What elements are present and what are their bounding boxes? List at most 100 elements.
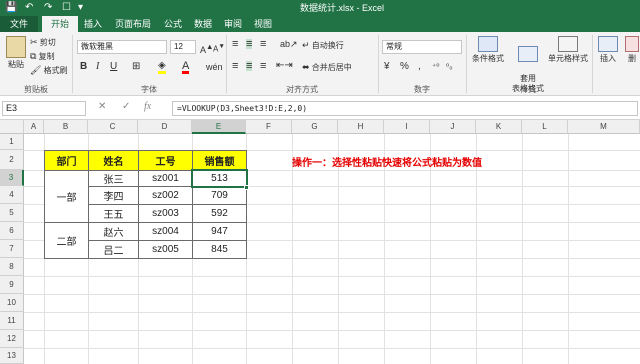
employee-id-cell[interactable]: sz005: [138, 240, 193, 259]
font-name-select[interactable]: 微软雅黑: [77, 40, 167, 54]
italic-button[interactable]: I: [96, 62, 99, 72]
column-header-selected[interactable]: E: [192, 120, 246, 134]
number-format-select[interactable]: 常规: [382, 40, 462, 54]
cancel-icon[interactable]: ✕: [98, 101, 106, 112]
insert-function-icon[interactable]: fx: [144, 101, 151, 112]
sales-cell[interactable]: 592: [192, 204, 247, 223]
comma-button[interactable]: ,: [418, 62, 421, 72]
undo-icon[interactable]: ↶: [25, 2, 33, 14]
shrink-font-icon[interactable]: A▼: [213, 42, 225, 55]
header-cell-department[interactable]: 部门: [44, 150, 89, 171]
name-cell[interactable]: 张三: [88, 170, 139, 187]
phonetic-icon[interactable]: wén: [206, 62, 223, 72]
tab-formulas[interactable]: 公式: [158, 16, 188, 32]
underline-button[interactable]: U: [110, 62, 117, 72]
header-cell-sales[interactable]: 销售额: [192, 150, 247, 171]
insert-cells-button[interactable]: 插入: [596, 36, 620, 64]
column-header[interactable]: H: [338, 120, 384, 134]
employee-id-cell[interactable]: sz004: [138, 222, 193, 241]
paste-button[interactable]: 粘贴: [4, 36, 28, 70]
row-header[interactable]: 7: [0, 240, 24, 258]
name-cell[interactable]: 赵六: [88, 222, 139, 241]
tab-view[interactable]: 视图: [248, 16, 278, 32]
formula-input[interactable]: =VLOOKUP(D3,Sheet3!D:E,2,0): [172, 101, 638, 116]
save-icon[interactable]: 💾: [5, 2, 17, 14]
cut-button[interactable]: ✂ 剪切: [30, 37, 56, 48]
name-box[interactable]: E3: [2, 101, 86, 116]
fill-color-icon[interactable]: ◈: [158, 61, 166, 74]
column-header[interactable]: B: [44, 120, 88, 134]
row-header[interactable]: 10: [0, 294, 24, 312]
align-left-icon[interactable]: ≡: [232, 61, 238, 72]
conditional-format-button[interactable]: 条件格式: [468, 36, 508, 64]
align-right-icon[interactable]: ≡: [260, 61, 266, 72]
tab-review[interactable]: 审阅: [218, 16, 248, 32]
department-cell[interactable]: 一部: [44, 170, 89, 223]
sales-cell[interactable]: 947: [192, 222, 247, 241]
row-header[interactable]: 2: [0, 150, 24, 170]
indent-icon[interactable]: ⇤⇥: [276, 61, 293, 71]
column-header[interactable]: A: [24, 120, 44, 134]
column-header[interactable]: L: [522, 120, 568, 134]
align-center-icon[interactable]: ≡: [246, 61, 253, 72]
row-header[interactable]: 12: [0, 330, 24, 348]
column-header[interactable]: K: [476, 120, 522, 134]
cell-styles-button[interactable]: 单元格样式: [548, 36, 588, 64]
grow-font-icon[interactable]: A▲: [200, 42, 213, 55]
form-icon[interactable]: ☐: [62, 2, 71, 14]
row-header[interactable]: 4: [0, 186, 24, 204]
header-cell-employee-id[interactable]: 工号: [138, 150, 193, 171]
column-header[interactable]: D: [138, 120, 192, 134]
percent-button[interactable]: %: [400, 62, 409, 72]
wrap-text-button[interactable]: ↵ 自动换行: [302, 40, 344, 51]
decrease-decimal-icon[interactable]: ⁰₀: [446, 62, 453, 72]
row-header[interactable]: 1: [0, 134, 24, 150]
delete-cells-button[interactable]: 删: [624, 36, 640, 64]
employee-id-cell[interactable]: sz003: [138, 204, 193, 223]
font-size-select[interactable]: 12: [170, 40, 196, 54]
department-cell[interactable]: 二部: [44, 222, 89, 259]
font-color-button[interactable]: A: [182, 61, 190, 74]
tab-home[interactable]: 开始: [42, 16, 78, 32]
tab-page-layout[interactable]: 页面布局: [108, 16, 158, 32]
sales-cell[interactable]: 513: [192, 170, 247, 187]
currency-icon[interactable]: ¥: [384, 62, 390, 72]
borders-icon[interactable]: ⊞: [132, 62, 140, 72]
tab-file[interactable]: 文件: [0, 16, 38, 32]
sales-cell[interactable]: 845: [192, 240, 247, 259]
increase-decimal-icon[interactable]: ⁺⁰: [432, 62, 439, 72]
header-cell-name[interactable]: 姓名: [88, 150, 139, 171]
name-cell[interactable]: 李四: [88, 186, 139, 205]
employee-id-cell[interactable]: sz001: [138, 170, 193, 187]
row-header[interactable]: 13: [0, 348, 24, 364]
row-header[interactable]: 9: [0, 276, 24, 294]
redo-icon[interactable]: ↷: [44, 2, 52, 14]
enter-icon[interactable]: ✓: [122, 101, 130, 112]
orientation-icon[interactable]: ab↗: [280, 39, 298, 49]
merge-center-button[interactable]: ⬌ 合并后居中: [302, 62, 352, 73]
row-header[interactable]: 8: [0, 258, 24, 276]
align-middle-icon[interactable]: ≡: [246, 39, 253, 50]
sales-cell[interactable]: 709: [192, 186, 247, 205]
format-painter-button[interactable]: 🖌 格式刷: [30, 65, 68, 76]
column-header[interactable]: C: [88, 120, 138, 134]
column-header[interactable]: M: [568, 120, 640, 134]
column-header[interactable]: J: [430, 120, 476, 134]
tab-insert[interactable]: 插入: [78, 16, 108, 32]
select-all-corner[interactable]: [0, 120, 24, 134]
bold-button[interactable]: B: [80, 62, 87, 72]
customize-quick-access-icon[interactable]: ▾: [78, 2, 83, 14]
column-header[interactable]: F: [246, 120, 292, 134]
name-cell[interactable]: 王五: [88, 204, 139, 223]
row-header[interactable]: 6: [0, 222, 24, 240]
fill-handle[interactable]: [244, 185, 249, 190]
name-cell[interactable]: 吕二: [88, 240, 139, 259]
column-header[interactable]: G: [292, 120, 338, 134]
align-bottom-icon[interactable]: ≡: [260, 39, 266, 50]
tab-data[interactable]: 数据: [188, 16, 218, 32]
column-header[interactable]: I: [384, 120, 430, 134]
align-top-icon[interactable]: ≡: [232, 39, 238, 50]
row-header[interactable]: 11: [0, 312, 24, 330]
row-header-selected[interactable]: 3: [0, 170, 24, 186]
employee-id-cell[interactable]: sz002: [138, 186, 193, 205]
